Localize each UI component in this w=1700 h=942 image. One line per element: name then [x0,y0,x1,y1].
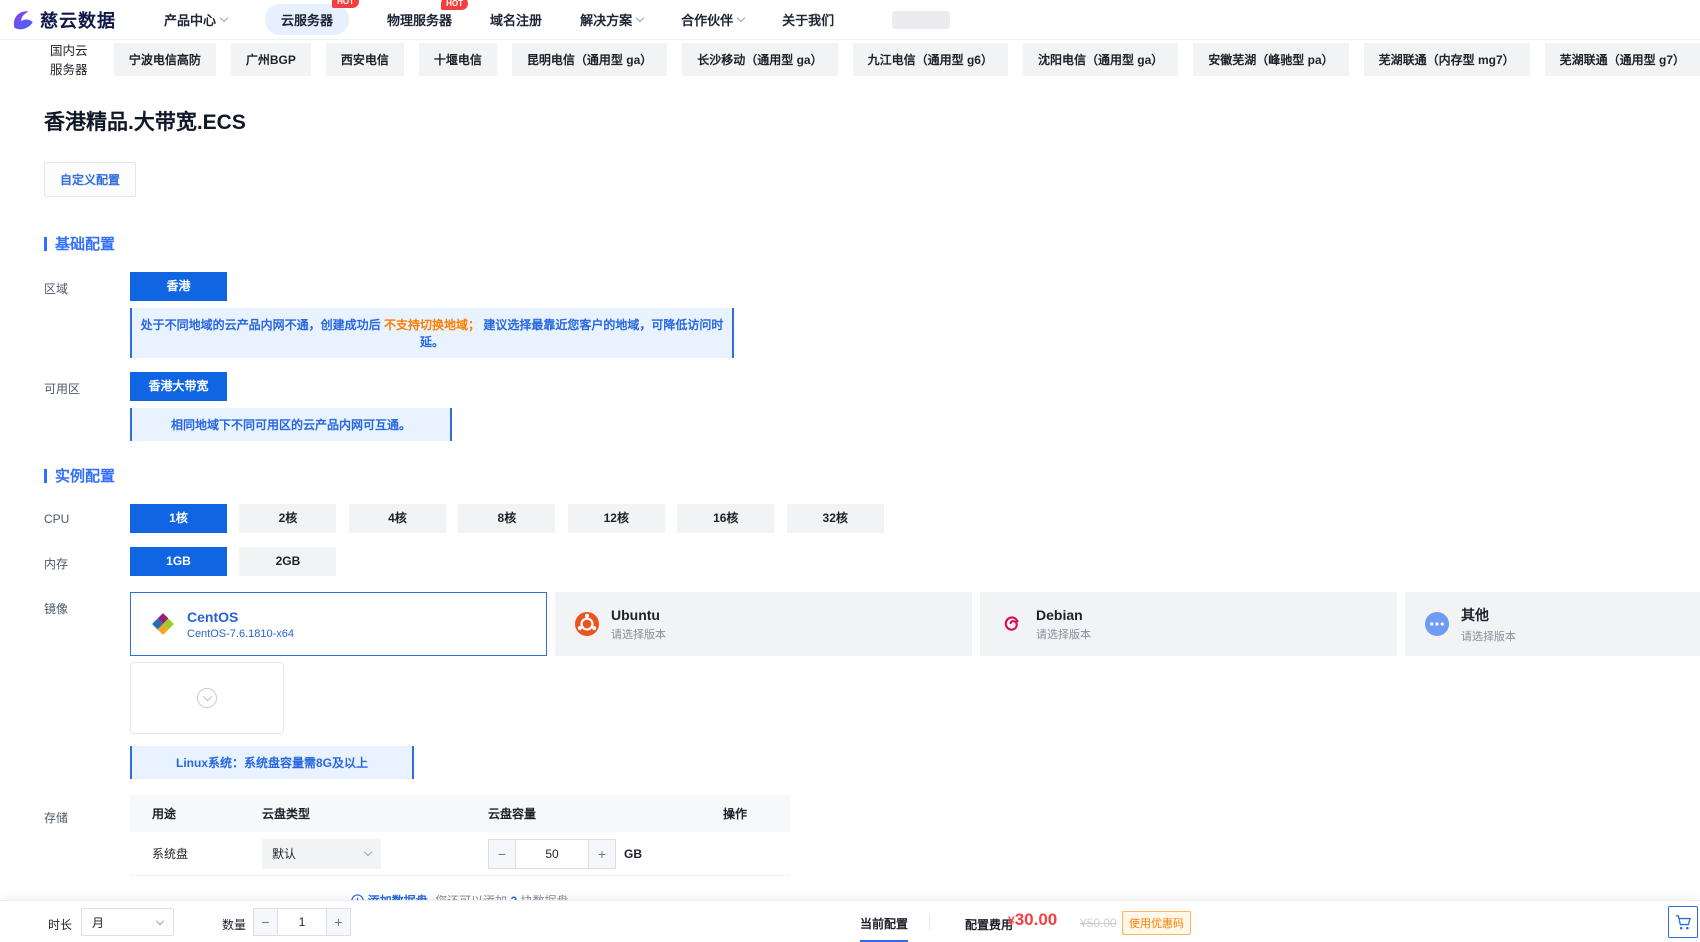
nav-item-partners[interactable]: 合作伙伴 [681,10,744,29]
current-config-tab[interactable]: 当前配置 [860,915,908,942]
chevron-down-icon [220,14,228,22]
storage-label: 存储 [44,795,130,826]
zone-option-hk-bandwidth[interactable]: 香港大带宽 [130,372,227,401]
disk-usage: 系统盘 [130,845,262,862]
hot-badge: HOT [332,0,359,8]
region-option-hongkong[interactable]: 香港 [130,272,227,301]
ubuntu-icon [575,612,599,636]
cart-button[interactable] [1668,906,1698,938]
nav-item-products[interactable]: 产品中心 [164,10,227,29]
disk-capacity-input[interactable] [516,839,588,869]
cpu-label: CPU [44,504,130,526]
page-title: 香港精品.大带宽.ECS [44,106,1700,136]
logo-swirl-icon [10,7,36,33]
redacted-nav-item [892,11,950,29]
brand-logo[interactable]: 慈云数据 [10,7,116,33]
cpu-option[interactable]: 12核 [568,504,665,533]
region-label: 区域 [44,272,130,297]
quantity-stepper: − + [253,908,351,936]
image-card-debian[interactable]: Debian 请选择版本 [980,592,1397,656]
storage-table-header: 用途 云盘类型 云盘容量 操作 [130,795,790,832]
image-card-ubuntu[interactable]: Ubuntu 请选择版本 [555,592,972,656]
memory-option[interactable]: 1GB [130,547,227,576]
region-tab[interactable]: 广州BGP [231,43,311,76]
region-tab-bar: 国内云服务器 宁波电信高防 广州BGP 西安电信 十堰电信 昆明电信（通用型 g… [0,40,1700,78]
region-tab[interactable]: 九江电信（通用型 g6） [853,43,1008,76]
increase-button[interactable]: + [326,908,351,936]
nav-item-domain[interactable]: 域名注册 [490,10,542,29]
storage-table: 用途 云盘类型 云盘容量 操作 系统盘 默认 − [130,795,790,876]
linux-note: Linux系统：系统盘容量需8G及以上 [130,746,414,779]
chevron-down-icon [737,14,745,22]
nav-item-cloud-server[interactable]: 云服务器 HOT [265,4,349,35]
disk-capacity-stepper: − + [488,839,616,869]
region-tab[interactable]: 芜湖联通（内存型 mg7） [1364,43,1530,76]
cpu-option[interactable]: 4核 [349,504,446,533]
divider [929,914,930,930]
zone-label: 可用区 [44,372,130,397]
image-version-panel[interactable] [130,662,284,734]
chevron-down-icon [636,14,644,22]
nav-item-physical-server[interactable]: 物理服务器 HOT [387,10,452,29]
decrease-button[interactable]: − [488,839,516,869]
hot-badge: HOT [441,0,468,10]
zone-note: 相同地域下不同可用区的云产品内网可互通。 [130,408,452,441]
increase-button[interactable]: + [588,839,616,869]
memory-option[interactable]: 2GB [239,547,336,576]
duration-label: 时长 [48,916,72,933]
memory-label: 内存 [44,547,130,572]
price: ¥30.00 [1008,910,1057,930]
centos-icon [151,612,175,636]
region-tab[interactable]: 十堰电信 [419,43,497,76]
image-label: 镜像 [44,592,130,617]
coupon-button[interactable]: 使用优惠码 [1122,911,1191,935]
nav-item-solutions[interactable]: 解决方案 [580,10,643,29]
chevron-down-icon [364,848,372,856]
debian-icon [1000,612,1024,636]
instance-config-header: 实例配置 [44,465,1700,486]
image-card-other[interactable]: 其他 请选择版本 [1405,592,1700,656]
other-os-icon [1425,612,1449,636]
region-tab[interactable]: 昆明电信（通用型 ga） [512,43,667,76]
quantity-input[interactable] [278,908,326,936]
cpu-option[interactable]: 16核 [677,504,774,533]
nav-menu: 产品中心 云服务器 HOT 物理服务器 HOT 域名注册 解决方案 合作伙伴 关… [164,4,950,35]
cpu-option[interactable]: 32核 [787,504,884,533]
region-tab[interactable]: 沈阳电信（通用型 ga） [1023,43,1178,76]
chevron-circle-icon [197,688,217,708]
chevron-down-icon [156,916,164,924]
fee-label: 配置费用 [965,916,1013,933]
main-content: 香港精品.大带宽.ECS 自定义配置 基础配置 区域 香港 处于不同地域的云产品… [0,106,1700,942]
os-image-cards: CentOS CentOS-7.6.1810-x64 Ubuntu 请选择 [130,592,1700,656]
region-tab[interactable]: 安徽芜湖（峰驰型 pa） [1193,43,1348,76]
region-tab[interactable]: 长沙移动（通用型 ga） [682,43,837,76]
region-tab[interactable]: 宁波电信高防 [114,43,216,76]
quantity-label: 数量 [222,916,246,933]
image-card-centos[interactable]: CentOS CentOS-7.6.1810-x64 [130,592,547,656]
region-tab[interactable]: 芜湖联通（通用型 g7） [1545,43,1700,76]
original-price: ¥50.00 [1080,916,1117,930]
storage-table-row: 系统盘 默认 − + GB [130,832,790,876]
region-note: 处于不同地域的云产品内网不通，创建成功后 不支持切换地域； 建议选择最靠近您客户… [130,308,734,358]
purchase-bar: 时长 月 数量 − + 当前配置 配置费用 ¥30.00 ¥50.00 使用优惠… [0,900,1700,942]
disk-type-select[interactable]: 默认 [262,839,381,869]
nav-item-about[interactable]: 关于我们 [782,10,834,29]
logo-text: 慈云数据 [40,7,116,33]
cpu-option[interactable]: 2核 [239,504,336,533]
custom-config-button[interactable]: 自定义配置 [44,162,136,197]
region-tab-domestic[interactable]: 国内云服务器 [50,40,95,78]
decrease-button[interactable]: − [253,908,278,936]
cpu-option[interactable]: 1核 [130,504,227,533]
region-tab[interactable]: 西安电信 [326,43,404,76]
capacity-unit: GB [624,847,642,861]
duration-select[interactable]: 月 [81,908,174,936]
cpu-option[interactable]: 8核 [458,504,555,533]
basic-config-header: 基础配置 [44,233,1700,254]
top-nav: 慈云数据 产品中心 云服务器 HOT 物理服务器 HOT 域名注册 解决方案 合… [0,0,1700,40]
cart-icon [1675,914,1692,931]
